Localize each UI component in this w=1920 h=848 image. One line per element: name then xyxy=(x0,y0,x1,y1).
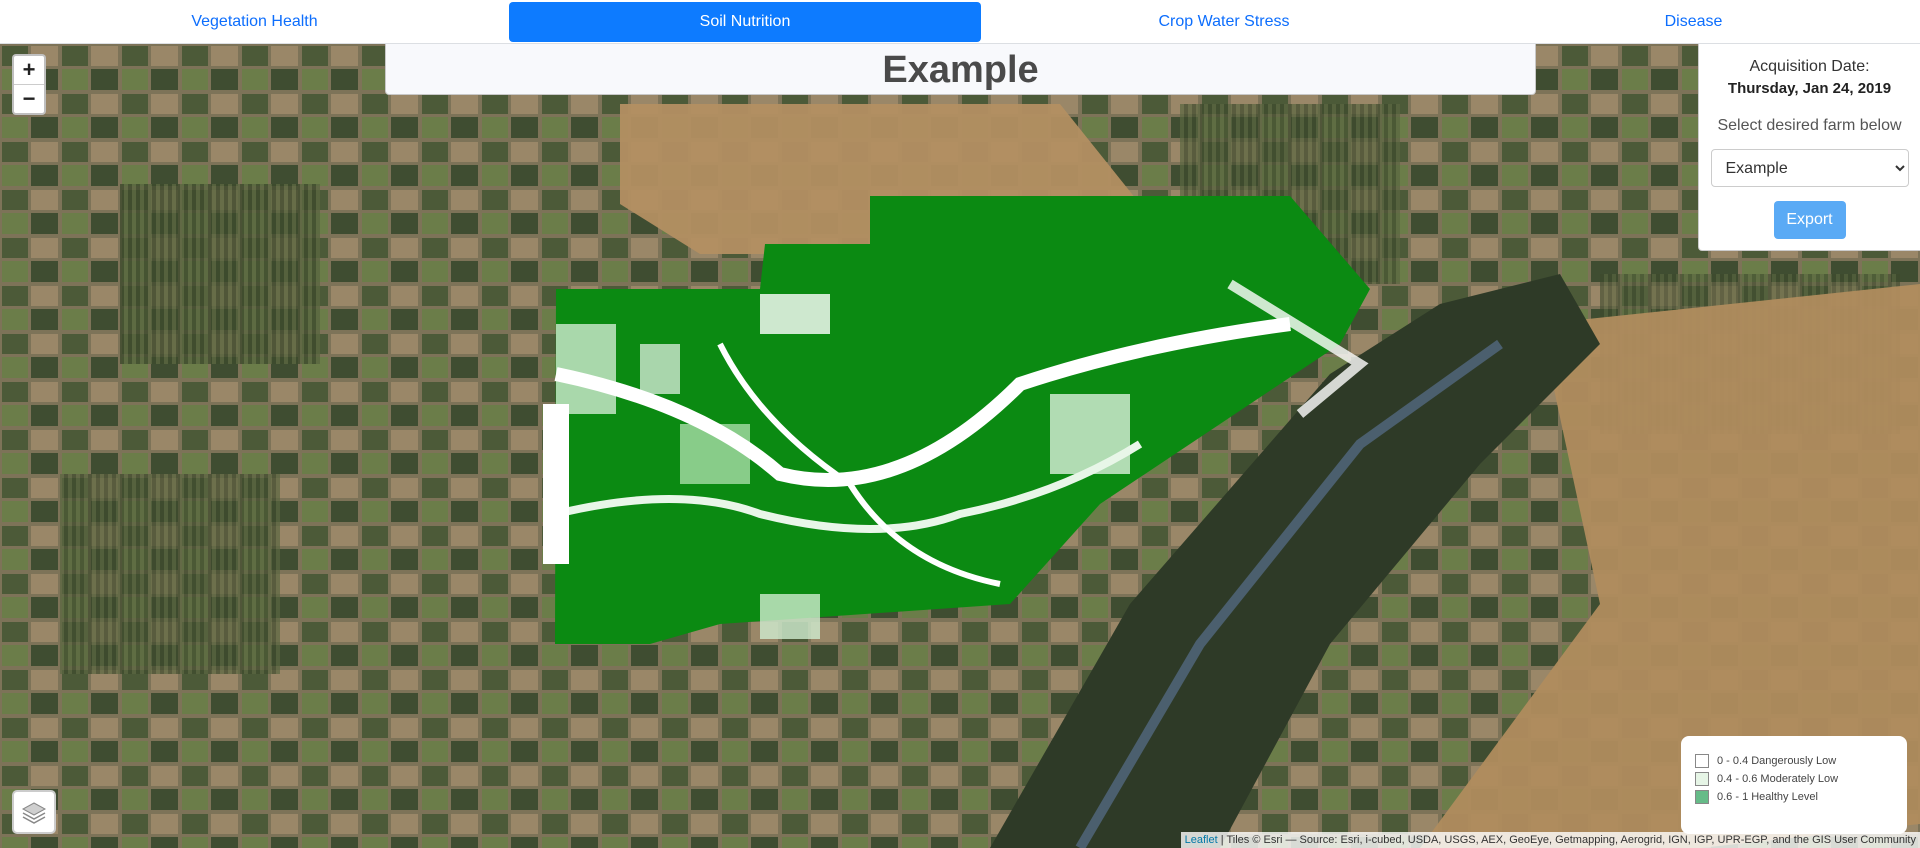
tab-disease[interactable]: Disease xyxy=(1467,2,1920,42)
soil-nutrition-overlay xyxy=(543,196,1370,644)
legend-item: 0.4 - 0.6 Moderately Low xyxy=(1695,770,1907,788)
legend-swatch xyxy=(1695,790,1709,804)
legend-item: 0.6 - 1 Healthy Level xyxy=(1695,788,1907,806)
map-view[interactable]: Example + − Acquisition Date: Thursday, … xyxy=(0,44,1920,848)
map-title: Example xyxy=(882,49,1039,91)
legend-label: 0.6 - 1 Healthy Level xyxy=(1717,791,1818,803)
legend-item: 0 - 0.4 Dangerously Low xyxy=(1695,752,1907,770)
legend-swatch xyxy=(1695,772,1709,786)
export-button[interactable]: Export xyxy=(1773,201,1846,239)
legend-label: 0.4 - 0.6 Moderately Low xyxy=(1717,773,1839,785)
layers-icon xyxy=(21,802,47,824)
zoom-out-button[interactable]: − xyxy=(14,84,44,113)
tab-vegetation-health[interactable]: Vegetation Health xyxy=(0,2,509,42)
acquisition-label: Acquisition Date: xyxy=(1749,58,1870,75)
zoom-in-button[interactable]: + xyxy=(14,56,44,84)
tab-soil-nutrition[interactable]: Soil Nutrition xyxy=(509,2,981,42)
legend-swatch xyxy=(1695,754,1709,768)
map-title-box: Example xyxy=(385,44,1536,95)
layers-control[interactable] xyxy=(12,790,56,834)
acquisition-date: Thursday, Jan 24, 2019 xyxy=(1727,80,1892,97)
analysis-tabs: Vegetation Health Soil Nutrition Crop Wa… xyxy=(0,0,1920,44)
farm-info-panel: Acquisition Date: Thursday, Jan 24, 2019… xyxy=(1698,44,1920,251)
farm-select[interactable]: Example xyxy=(1710,149,1909,187)
attribution-text: | Tiles © Esri — Source: Esri, i-cubed, … xyxy=(1217,834,1916,846)
leaflet-link[interactable]: Leaflet xyxy=(1185,834,1218,846)
legend: 0 - 0.4 Dangerously Low 0.4 - 0.6 Modera… xyxy=(1681,736,1907,834)
tab-crop-water-stress[interactable]: Crop Water Stress xyxy=(981,2,1467,42)
select-farm-label: Select desired farm below xyxy=(1717,117,1902,134)
legend-label: 0 - 0.4 Dangerously Low xyxy=(1717,755,1837,767)
zoom-control: + − xyxy=(12,54,46,115)
map-attribution: Leaflet | Tiles © Esri — Source: Esri, i… xyxy=(1180,832,1920,848)
